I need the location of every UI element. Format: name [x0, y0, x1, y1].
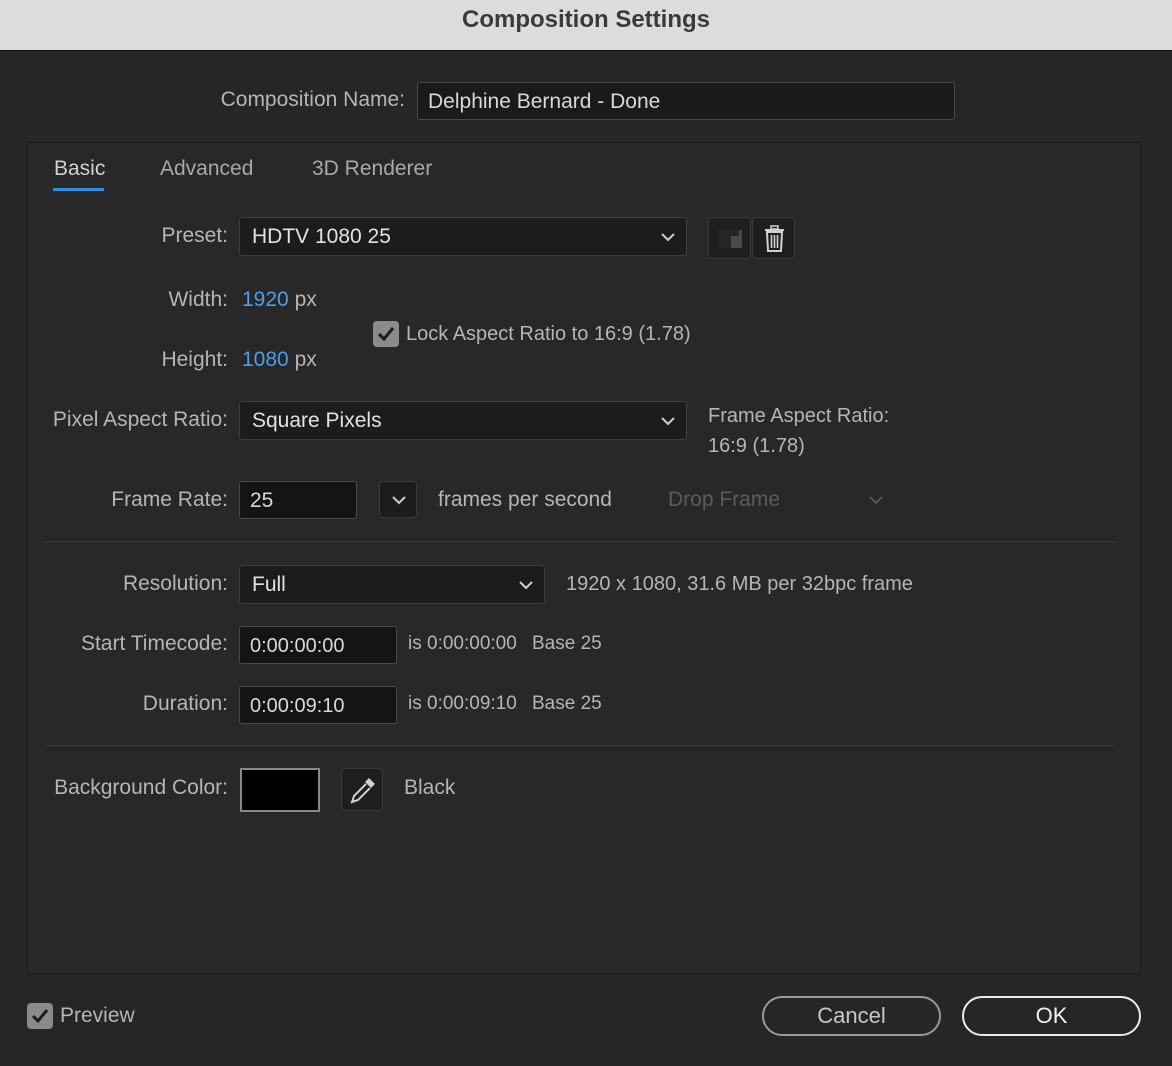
- height-value[interactable]: 1080: [242, 348, 289, 371]
- tab-advanced[interactable]: Advanced: [160, 157, 253, 181]
- title-bar[interactable]: Composition Settings: [0, 0, 1172, 51]
- pixel-aspect-dropdown[interactable]: Square Pixels: [239, 401, 687, 440]
- frame-rate-dropdown-button[interactable]: [379, 481, 417, 518]
- chevron-down-icon: [661, 417, 675, 426]
- resolution-label: Resolution:: [122, 572, 228, 595]
- background-color-name: Black: [404, 776, 456, 799]
- cancel-button[interactable]: Cancel: [762, 996, 941, 1036]
- pixel-aspect-value: Square Pixels: [252, 409, 382, 432]
- tab-3d-renderer[interactable]: 3D Renderer: [312, 157, 432, 181]
- frame-rate-label: Frame Rate:: [111, 488, 228, 511]
- frame-aspect-value: 16:9 (1.78): [708, 435, 805, 457]
- width-unit: px: [294, 288, 317, 311]
- ok-button[interactable]: OK: [962, 996, 1141, 1036]
- width-field: 1920 px: [242, 288, 317, 312]
- preset-label: Preset:: [161, 224, 228, 247]
- duration-label: Duration:: [142, 692, 228, 715]
- resolution-value: Full: [252, 573, 286, 596]
- checkmark-icon: [31, 1009, 49, 1024]
- eyedropper-button[interactable]: [341, 768, 383, 811]
- composition-name-label: Composition Name:: [220, 88, 405, 111]
- save-preset-icon: [719, 230, 742, 248]
- chevron-down-icon: [519, 581, 533, 590]
- duration-base: Base 25: [532, 693, 602, 714]
- active-tab-indicator: [53, 188, 104, 191]
- composition-name-input[interactable]: Delphine Bernard - Done: [417, 82, 955, 120]
- checkmark-icon: [377, 327, 395, 342]
- duration-is: is 0:00:09:10: [408, 693, 517, 714]
- resolution-dropdown[interactable]: Full: [239, 565, 545, 604]
- tab-basic[interactable]: Basic: [54, 157, 105, 181]
- start-timecode-input[interactable]: 0:00:00:00: [239, 626, 397, 664]
- composition-settings-dialog: Composition Settings Composition Name: D…: [0, 0, 1172, 1066]
- settings-panel: [27, 142, 1141, 974]
- drop-frame-dropdown: Drop Frame: [668, 488, 888, 512]
- preview-label: Preview: [60, 1004, 135, 1027]
- start-timecode-label: Start Timecode:: [80, 632, 228, 655]
- start-timecode-base: Base 25: [532, 633, 602, 654]
- width-value[interactable]: 1920: [242, 288, 289, 311]
- chevron-down-icon: [392, 496, 406, 505]
- pixel-aspect-label: Pixel Aspect Ratio:: [52, 408, 228, 431]
- chevron-down-icon: [869, 496, 883, 505]
- width-label: Width:: [168, 288, 228, 311]
- height-label: Height:: [161, 348, 228, 371]
- preview-checkbox[interactable]: [27, 1003, 53, 1029]
- drop-frame-value: Drop Frame: [668, 488, 781, 511]
- dialog-title: Composition Settings: [462, 6, 710, 33]
- height-unit: px: [294, 348, 317, 371]
- frame-aspect-label: Frame Aspect Ratio:: [708, 405, 890, 427]
- delete-preset-button[interactable]: [752, 217, 795, 259]
- background-color-swatch[interactable]: [240, 768, 320, 812]
- separator: [46, 745, 1114, 746]
- preset-value: HDTV 1080 25: [252, 225, 391, 248]
- height-field: 1080 px: [242, 348, 317, 372]
- duration-input[interactable]: 0:00:09:10: [239, 686, 397, 724]
- frame-rate-unit: frames per second: [438, 488, 612, 511]
- lock-aspect-checkbox[interactable]: [373, 321, 399, 347]
- background-color-label: Background Color:: [54, 776, 228, 799]
- start-timecode-is: is 0:00:00:00: [408, 633, 517, 654]
- preset-dropdown[interactable]: HDTV 1080 25: [239, 217, 687, 256]
- eyedropper-icon: [350, 778, 375, 804]
- save-preset-button[interactable]: [708, 217, 751, 259]
- trash-icon: [765, 225, 784, 252]
- chevron-down-icon: [661, 233, 675, 242]
- frame-rate-input[interactable]: 25: [239, 481, 357, 519]
- separator: [46, 541, 1114, 542]
- resolution-info: 1920 x 1080, 31.6 MB per 32bpc frame: [566, 573, 913, 595]
- lock-aspect-label: Lock Aspect Ratio to 16:9 (1.78): [406, 323, 691, 345]
